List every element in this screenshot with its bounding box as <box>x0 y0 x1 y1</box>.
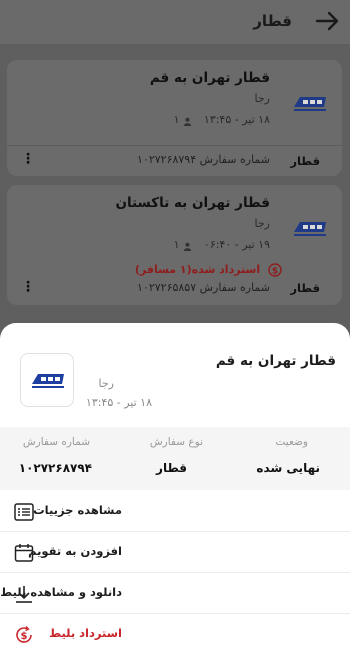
passenger-count-value: ۱ <box>173 113 180 126</box>
more-options-icon[interactable]: ⋮ <box>21 151 35 167</box>
raja-train-logo-icon <box>294 222 326 236</box>
list-icon <box>14 503 34 521</box>
action-label: افزودن به تقویم <box>28 544 122 558</box>
card-type-label: قطار <box>290 154 320 168</box>
action-label: استرداد بلیط <box>49 626 122 640</box>
sheet-title: قطار تهران به قم <box>215 353 336 369</box>
order-card[interactable]: قطار تهران به قم رجا ۱۸ تیر - ۱۳:۴۵ ۱ قط… <box>7 60 342 176</box>
order-bottom-sheet: قطار تهران به قم رجا ۱۸ تیر - ۱۳:۴۵ وضعی… <box>0 323 350 657</box>
passenger-count: ۱ <box>174 113 192 126</box>
refund-status-text: استرداد شده(۱ مسافر) <box>134 263 261 276</box>
order-card[interactable]: قطار تهران به تاکستان رجا ۱۹ تیر - ۰۶:۴۰… <box>7 185 342 305</box>
refund-icon: $ <box>16 626 32 643</box>
card-divider <box>7 145 342 146</box>
refund-status: $ استرداد شده(۱ مسافر) <box>135 263 282 277</box>
passenger-count: ۱ <box>174 238 192 251</box>
order-info-strip: وضعیت نهایی شده نوع سفارش قطار شماره سفا… <box>0 427 350 490</box>
add-to-calendar-button[interactable]: افزودن به تقویم <box>0 532 350 573</box>
order-number-label: شماره سفارش <box>22 436 90 448</box>
card-title: قطار تهران به قم <box>149 70 270 86</box>
more-options-icon[interactable]: ⋮ <box>21 279 35 295</box>
download-icon <box>16 586 32 603</box>
order-number-value: ۱۰۲۷۲۶۸۷۹۴ <box>18 461 92 475</box>
operator-logo <box>20 353 74 407</box>
card-operator: رجا <box>254 217 270 230</box>
passenger-count-value: ۱ <box>173 238 180 251</box>
person-icon <box>183 116 192 126</box>
card-order-number: شماره سفارش ۱۰۲۷۲۶۸۷۹۴ <box>137 153 270 166</box>
card-type-label: قطار <box>290 281 320 295</box>
refund-icon: $ <box>268 263 282 277</box>
page-title: قطار <box>253 12 292 30</box>
sheet-operator: رجا <box>98 377 114 390</box>
status-label: وضعیت <box>275 436 308 448</box>
download-ticket-button[interactable]: دانلود و مشاهده بلیط <box>0 573 350 614</box>
calendar-icon <box>14 544 34 562</box>
card-order-number: شماره سفارش ۱۰۲۷۲۶۵۸۵۷ <box>137 281 270 294</box>
svg-text:$: $ <box>272 267 278 277</box>
card-operator: رجا <box>254 92 270 105</box>
svg-text:$: $ <box>21 631 28 642</box>
app-header: قطار <box>0 0 350 44</box>
card-title: قطار تهران به تاکستان <box>115 195 270 211</box>
back-arrow-icon[interactable] <box>314 8 340 34</box>
raja-train-logo-icon <box>294 97 326 111</box>
status-value: نهایی شده <box>256 461 320 475</box>
order-type-label: نوع سفارش <box>149 436 203 448</box>
refund-ticket-button[interactable]: استرداد بلیط $ <box>0 614 350 655</box>
card-datetime: ۱۹ تیر - ۰۶:۴۰ <box>203 238 270 251</box>
action-label: مشاهده جزییات <box>33 503 122 517</box>
order-type-value: قطار <box>156 461 187 475</box>
person-icon <box>183 241 192 251</box>
sheet-datetime: ۱۸ تیر - ۱۳:۴۵ <box>85 396 152 409</box>
raja-train-logo-icon <box>32 374 64 388</box>
view-details-button[interactable]: مشاهده جزییات <box>0 491 350 532</box>
card-datetime: ۱۸ تیر - ۱۳:۴۵ <box>203 113 270 126</box>
